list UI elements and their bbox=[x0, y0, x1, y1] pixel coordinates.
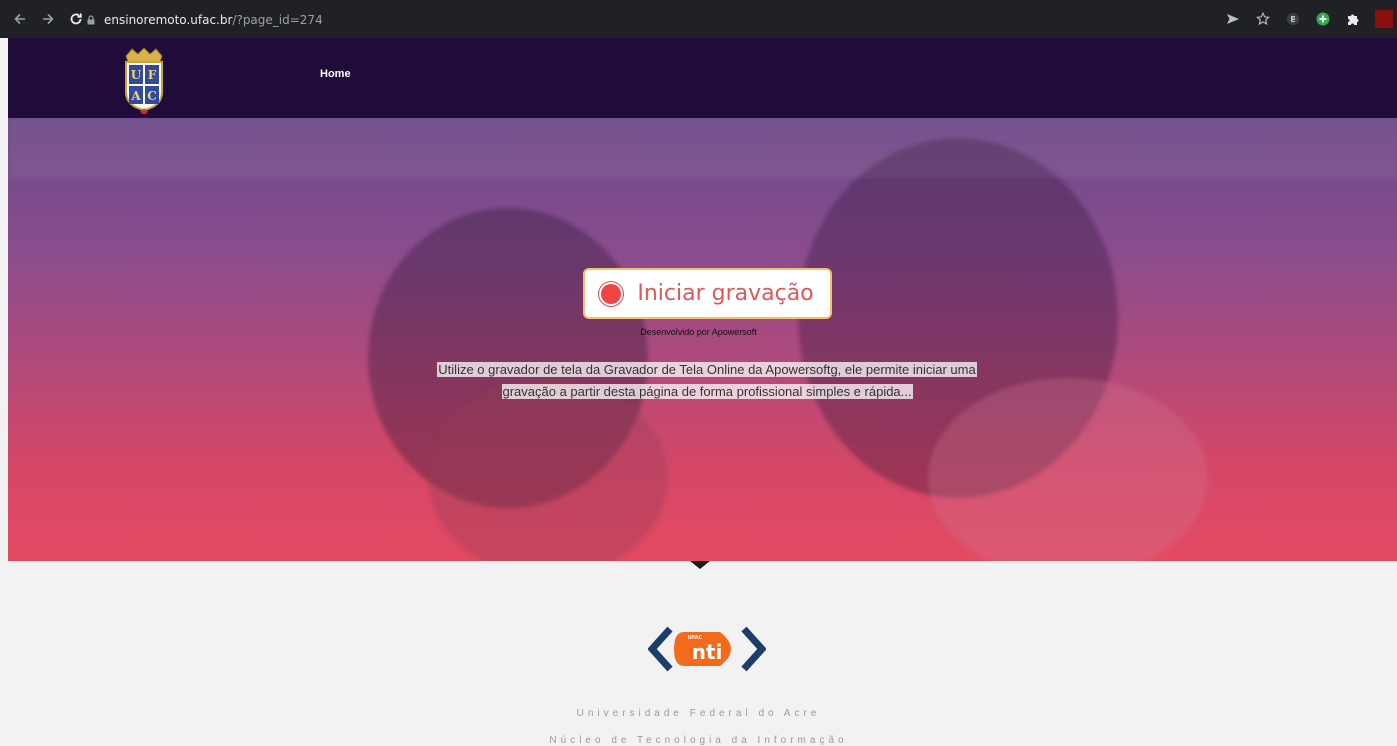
url-path: /?page_id=274 bbox=[232, 13, 323, 27]
footer-university-name: Universidade Federal do Acre bbox=[576, 708, 821, 719]
svg-text:A: A bbox=[130, 89, 141, 103]
description-line-2: gravação a partir desta página de forma … bbox=[501, 384, 913, 399]
url-host: ensinoremoto.ufac.br bbox=[104, 13, 233, 27]
send-icon[interactable] bbox=[1225, 11, 1241, 27]
start-recording-label: Iniciar gravação bbox=[637, 281, 814, 306]
ufac-crest-logo[interactable]: U F A C bbox=[118, 46, 170, 114]
start-recording-button[interactable]: Iniciar gravação bbox=[583, 268, 832, 319]
extension-grey-icon[interactable] bbox=[1285, 11, 1301, 27]
developed-by-text: Desenvolvido por Apowersoft bbox=[640, 327, 757, 337]
toolbar-actions bbox=[1225, 0, 1397, 38]
svg-text:C: C bbox=[147, 89, 157, 103]
puzzle-icon[interactable] bbox=[1345, 11, 1361, 27]
record-icon bbox=[601, 283, 622, 304]
footer-department-name: Núcleo de Tecnologia da Informação bbox=[549, 735, 848, 746]
nti-logo[interactable]: UFAC nti bbox=[648, 624, 766, 674]
star-icon[interactable] bbox=[1255, 11, 1271, 27]
extension-green-icon[interactable] bbox=[1315, 11, 1331, 27]
browser-toolbar: ensinoremoto.ufac.br/?page_id=274 bbox=[0, 0, 1397, 38]
hero-photo-shape bbox=[8, 118, 1397, 178]
back-icon[interactable] bbox=[12, 11, 28, 27]
hero-section bbox=[8, 118, 1397, 561]
nti-logo-text: nti bbox=[692, 640, 723, 664]
section-down-arrow bbox=[690, 561, 710, 569]
hero-description: Utilize o gravador de tela da Gravador d… bbox=[400, 359, 1014, 403]
svg-text:U: U bbox=[131, 68, 142, 82]
nav-home-link[interactable]: Home bbox=[320, 68, 351, 80]
profile-avatar[interactable] bbox=[1375, 10, 1393, 28]
hero-photo-shape bbox=[928, 378, 1208, 561]
lock-icon bbox=[87, 15, 95, 25]
reload-icon[interactable] bbox=[68, 11, 84, 27]
forward-icon[interactable] bbox=[40, 11, 56, 27]
address-bar[interactable]: ensinoremoto.ufac.br/?page_id=274 bbox=[86, 12, 323, 28]
description-line-1: Utilize o gravador de tela da Gravador d… bbox=[437, 362, 977, 377]
svg-text:F: F bbox=[148, 68, 157, 82]
site-header: U F A C Home bbox=[8, 38, 1397, 120]
